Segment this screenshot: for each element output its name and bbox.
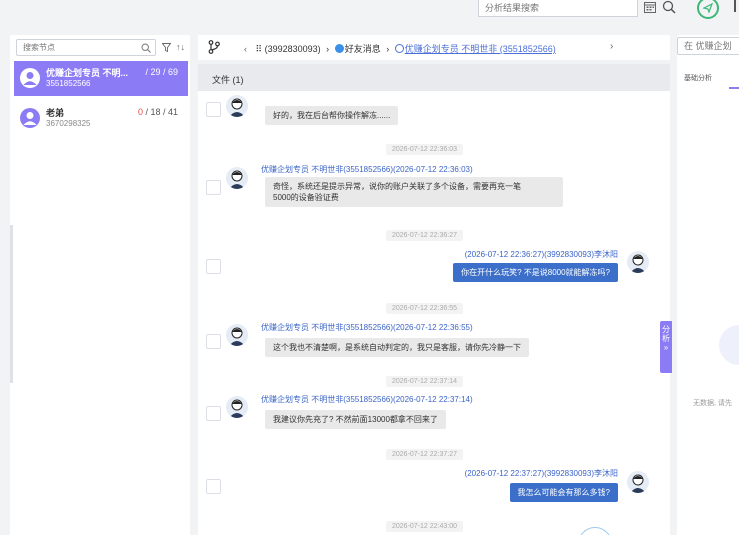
message-bubble: 奇怪，系统还是提示异常，说你的账户关联了多个设备，需要再充一笔 5000的设备验… — [265, 177, 563, 207]
message-checkbox[interactable] — [206, 479, 221, 494]
node-search-input[interactable] — [17, 40, 127, 55]
message-checkbox[interactable] — [206, 406, 221, 421]
message-checkbox[interactable] — [206, 102, 221, 117]
file-count-label: 文件 (1) — [212, 75, 244, 85]
message-timestamp: 2026-07-12 22:37:27 — [386, 449, 463, 460]
analysis-search-box[interactable] — [478, 0, 638, 17]
chat-messages[interactable]: 好的，我在后台帮你操作解冻...... 2026-07-12 22:36:03 … — [198, 91, 670, 535]
tab-basic-analysis[interactable]: 基础分析 — [684, 73, 712, 83]
send-icon[interactable] — [697, 0, 719, 19]
chat-header: ‹ ⠿ (3992830093) › 好友消息 › 优赚企划专员 不明世非 (3… — [198, 35, 670, 60]
message-checkbox[interactable] — [206, 180, 221, 195]
avatar — [226, 324, 248, 346]
avatar — [627, 471, 649, 493]
chevron-right-icon: › — [326, 44, 330, 54]
search-icon[interactable] — [662, 0, 676, 14]
message-sender[interactable]: 优赚企划专员 不明世非(3551852566)(2026-07-12 22:36… — [261, 322, 473, 333]
message-bubble: 这个我也不清楚啊，是系统自动判定的，我只是客服，请你先冷静一下 — [265, 338, 529, 357]
contact-item[interactable]: 老弟 3670298325 0 / 18 / 41 — [14, 101, 188, 136]
active-tab-indicator — [729, 87, 739, 89]
empty-state-text: 无数据, 请先 — [693, 400, 732, 407]
node-search-box[interactable] — [16, 39, 156, 56]
message-sender[interactable]: 优赚企划专员 不明世非(3551852566)(2026-07-12 22:37… — [261, 394, 473, 405]
breadcrumb-contact[interactable]: 优赚企划专员 不明世非 (3551852566) — [405, 44, 556, 54]
analysis-panel: 基础分析 无数据, 请先 — [677, 35, 739, 535]
empty-state-illustration — [719, 325, 739, 365]
avatar — [226, 95, 248, 117]
sidebar-resize-handle[interactable] — [10, 225, 13, 383]
scroll-to-bottom-button[interactable] — [578, 527, 612, 535]
message-bubble: 好的，我在后台帮你操作解冻...... — [265, 106, 399, 125]
analysis-search-input[interactable] — [479, 0, 599, 15]
contact-id: 3551852566 — [46, 79, 91, 88]
avatar — [20, 68, 40, 88]
message-checkbox[interactable] — [206, 259, 221, 274]
top-bar — [0, 0, 739, 30]
chevron-left-icon[interactable]: ‹ — [244, 44, 247, 54]
message-icon — [334, 44, 344, 53]
message-timestamp: 2026-07-12 22:36:27 — [386, 230, 463, 241]
avatar — [627, 251, 649, 273]
analysis-tab-label: 分 — [662, 325, 670, 334]
filter-icon[interactable] — [162, 43, 171, 52]
expand-icon: » — [663, 343, 669, 352]
file-bar[interactable]: 文件 (1) — [198, 64, 670, 91]
analysis-tab-label: 析 — [662, 334, 670, 343]
avatar — [226, 396, 248, 418]
analysis-panel-search[interactable] — [677, 37, 739, 55]
window-edge-icon — [734, 0, 736, 12]
branch-icon[interactable] — [208, 40, 220, 54]
chevron-right-icon[interactable]: › — [610, 41, 613, 52]
message-sender[interactable]: 优赚企划专员 不明世非(3551852566)(2026-07-12 22:36… — [261, 164, 473, 175]
contact-id: 3670298325 — [46, 119, 91, 128]
person-icon — [394, 44, 404, 53]
breadcrumb: ‹ ⠿ (3992830093) › 好友消息 › 优赚企划专员 不明世非 (3… — [244, 42, 556, 55]
message-bubble: 你在开什么玩笑? 不是说8000就能解冻吗? — [453, 263, 618, 282]
contact-item[interactable]: 优赚企划专员 不明... 3551852566 / 29 / 69 — [14, 61, 188, 96]
analysis-panel-search-input[interactable] — [678, 38, 739, 54]
message-timestamp: 2026-07-12 22:37:14 — [386, 376, 463, 387]
contact-sidebar: ↑↓ 优赚企划专员 不明... 3551852566 / 29 / 69 老弟 … — [10, 35, 190, 535]
contact-name: 老弟 — [46, 108, 65, 118]
breadcrumb-friend-messages[interactable]: 好友消息 — [345, 44, 381, 54]
contact-name: 优赚企划专员 不明... — [46, 68, 129, 78]
analysis-toggle-tab[interactable]: 分 析 » — [660, 321, 672, 373]
sort-icon[interactable]: ↑↓ — [176, 42, 185, 52]
avatar — [226, 167, 248, 189]
message-timestamp: 2026-07-12 22:43:00 — [386, 521, 463, 532]
message-checkbox[interactable] — [206, 334, 221, 349]
breadcrumb-account[interactable]: ⠿ (3992830093) — [256, 44, 321, 54]
chevron-right-icon: › — [386, 44, 390, 54]
message-bubble: 我怎么可能会有那么多钱? — [509, 483, 618, 502]
message-bubble: 我建议你先充了? 不然前面13000都拿不回来了 — [265, 410, 446, 429]
contact-count: / 29 / 69 — [145, 67, 178, 77]
search-icon[interactable] — [141, 43, 151, 53]
contact-count: 0 / 18 / 41 — [137, 107, 178, 117]
message-sender[interactable]: (2026-07-12 22:37:27)(3992830093)李沐阳 — [465, 468, 618, 479]
calendar-icon[interactable] — [644, 1, 656, 13]
message-timestamp: 2026-07-12 22:36:03 — [386, 144, 463, 155]
avatar — [20, 108, 40, 128]
message-timestamp: 2026-07-12 22:36:55 — [386, 303, 463, 314]
message-sender[interactable]: (2026-07-12 22:36:27)(3992830093)李沐阳 — [465, 249, 618, 260]
